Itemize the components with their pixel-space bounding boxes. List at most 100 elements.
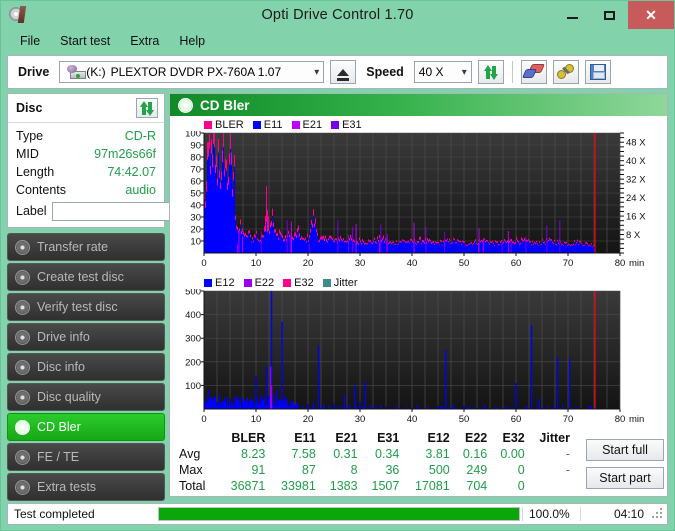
svg-text:40: 40 xyxy=(190,201,201,212)
col-e31: E31 xyxy=(377,431,400,445)
svg-text:30: 30 xyxy=(355,414,366,425)
main-body: Disc Type CD-R MID 97m26s66f Length 74:4… xyxy=(7,93,668,523)
col-e12: E12 xyxy=(427,431,450,445)
disc-panel-title: Disc xyxy=(16,101,43,115)
drive-label: Drive xyxy=(18,65,50,79)
save-button[interactable] xyxy=(584,60,611,84)
svg-text:70: 70 xyxy=(563,414,574,425)
status-bar: Test completed 100.0% 04:10 xyxy=(7,503,668,525)
cell-total-e32: 0 xyxy=(517,479,525,493)
sidebar-item-extra-tests[interactable]: Extra tests xyxy=(7,473,165,501)
menu-item-start-test[interactable]: Start test xyxy=(51,32,119,50)
disc-row-type: Type CD-R xyxy=(16,127,156,145)
svg-text:40: 40 xyxy=(407,414,418,425)
legend-swatch xyxy=(322,278,331,287)
svg-text:30: 30 xyxy=(355,258,366,269)
cell-max-jitter: - xyxy=(565,463,570,477)
svg-text:48 X: 48 X xyxy=(626,138,646,149)
refresh-icon xyxy=(483,64,499,80)
disc-panel-header: Disc xyxy=(8,94,164,123)
cd-bler-chart[interactable]: 10 20 30 40 50 60 70 80 90 100 8 X 16 X 24 X 32 X 40 X… xyxy=(174,131,663,271)
eject-button[interactable] xyxy=(330,60,357,84)
sidebar-item-cd-bler[interactable]: CD Bler xyxy=(7,413,165,441)
eject-icon xyxy=(337,68,350,81)
disc-length-value: 74:42.07 xyxy=(107,165,156,179)
minimize-button[interactable] xyxy=(554,1,591,29)
svg-text:50: 50 xyxy=(459,414,470,425)
title-bar: Opti Drive Control 1.70 ✕ xyxy=(1,1,674,29)
legend-item-e21: E21 xyxy=(291,119,322,131)
svg-text:min: min xyxy=(629,414,644,425)
refresh-button[interactable] xyxy=(477,60,504,84)
svg-text:20: 20 xyxy=(303,414,314,425)
key-button[interactable] xyxy=(552,60,579,84)
legend-swatch xyxy=(283,278,292,287)
disc-icon xyxy=(15,449,30,465)
chart-legend-bottom: E12 E22 E32 Jitter xyxy=(174,276,663,289)
legend-label: E11 xyxy=(263,118,283,131)
chevron-down-icon: ▾ xyxy=(461,66,467,78)
cd-e12-chart[interactable]: 100 200 300 400 500 0 10 20 30 40 50 60 70 80 min xyxy=(174,289,663,427)
row-label-max: Max xyxy=(179,463,203,477)
disc-refresh-button[interactable] xyxy=(136,98,158,118)
speed-select[interactable]: 40 X ▾ xyxy=(413,61,472,83)
cell-max-e11: 87 xyxy=(301,463,316,477)
menu-item-extra[interactable]: Extra xyxy=(121,32,168,50)
svg-text:10: 10 xyxy=(190,237,201,248)
progress-fill xyxy=(159,508,519,520)
cell-avg-bler: 8.23 xyxy=(241,447,266,461)
content-panel: CD Bler BLER E11 E21 E31 10 20 30 40 50 60 70 8… xyxy=(169,93,668,497)
start-part-button[interactable]: Start part xyxy=(586,467,664,489)
sidebar-item-disc-quality[interactable]: Disc quality xyxy=(7,383,165,411)
sidebar: Disc Type CD-R MID 97m26s66f Length 74:4… xyxy=(7,93,260,523)
close-button[interactable]: ✕ xyxy=(628,1,674,29)
menu-item-file[interactable]: File xyxy=(11,32,49,50)
toolbar: Drive (K:) PLEXTOR DVDR PX-760A 1.07 ▾ Sp… xyxy=(7,55,668,89)
drive-select[interactable]: (K:) PLEXTOR DVDR PX-760A 1.07 ▾ xyxy=(59,61,325,83)
disc-type-key: Type xyxy=(16,129,44,143)
sidebar-item-fe-te[interactable]: FE / TE xyxy=(7,443,165,471)
disc-panel: Disc Type CD-R MID 97m26s66f Length 74:4… xyxy=(7,93,260,228)
start-full-button[interactable]: Start full xyxy=(586,439,664,461)
disc-type-value: CD-R xyxy=(124,129,156,143)
col-jitter: Jitter xyxy=(539,431,570,445)
cell-total-e21: 1383 xyxy=(329,479,358,493)
page-title: CD Bler xyxy=(200,97,250,113)
app-disc-icon xyxy=(9,6,29,24)
sidebar-item-create-test-disc[interactable]: Create test disc xyxy=(7,263,165,291)
cell-max-e32: 0 xyxy=(517,463,525,477)
cell-max-e31: 36 xyxy=(385,463,400,477)
svg-text:90: 90 xyxy=(190,141,201,152)
cell-total-bler: 36871 xyxy=(230,479,266,493)
disc-contents-value: audio xyxy=(125,183,156,197)
cell-total-e12: 17081 xyxy=(414,479,450,493)
svg-text:30: 30 xyxy=(190,213,201,224)
sidebar-item-label: FE / TE xyxy=(37,450,80,464)
legend-label: E31 xyxy=(342,118,362,131)
legend-swatch xyxy=(252,120,261,129)
svg-text:16 X: 16 X xyxy=(626,212,646,223)
svg-text:100: 100 xyxy=(185,131,201,140)
legend-label: BLER xyxy=(215,118,244,131)
legend-label: E22 xyxy=(254,276,275,289)
svg-text:400: 400 xyxy=(185,310,201,321)
disc-label-row: Label xyxy=(16,201,260,221)
legend-label: Jitter xyxy=(333,276,358,289)
col-e11: E11 xyxy=(294,431,316,445)
resize-grip-icon[interactable] xyxy=(652,508,664,520)
disc-info-rows: Type CD-R MID 97m26s66f Length 74:42.07 … xyxy=(8,123,260,227)
sidebar-item-disc-info[interactable]: Disc info xyxy=(7,353,165,381)
drive-name: PLEXTOR DVDR PX-760A 1.07 xyxy=(110,65,282,79)
svg-text:80: 80 xyxy=(615,258,626,269)
erase-button[interactable] xyxy=(520,60,547,84)
menu-item-help[interactable]: Help xyxy=(170,32,214,50)
sidebar-item-verify-test-disc[interactable]: Verify test disc xyxy=(7,293,165,321)
eraser-icon xyxy=(521,64,545,80)
chart-legend-top: BLER E11 E21 E31 xyxy=(174,118,663,131)
sidebar-item-drive-info[interactable]: Drive info xyxy=(7,323,165,351)
svg-text:80: 80 xyxy=(190,153,201,164)
sidebar-item-transfer-rate[interactable]: Transfer rate xyxy=(7,233,165,261)
col-e32: E32 xyxy=(502,431,525,445)
maximize-button[interactable] xyxy=(591,1,628,29)
sidebar-item-label: Transfer rate xyxy=(37,240,109,254)
